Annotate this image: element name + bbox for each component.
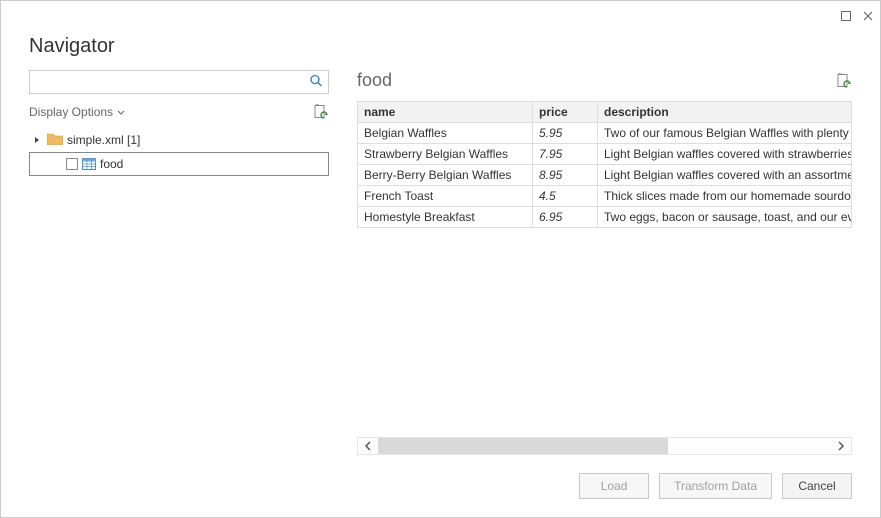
tree-item-checkbox[interactable] (66, 158, 78, 170)
table-row[interactable]: Belgian Waffles 5.95 Two of our famous B… (358, 123, 852, 144)
navigator-tree: simple.xml [1] food (29, 128, 329, 176)
cell-description: Two eggs, bacon or sausage, toast, and o… (598, 207, 852, 228)
table-row[interactable]: Strawberry Belgian Waffles 7.95 Light Be… (358, 144, 852, 165)
scroll-right-icon[interactable] (831, 438, 851, 454)
cell-price: 4.5 (533, 186, 598, 207)
tree-item-label: food (100, 157, 123, 171)
cell-description: Thick slices made from our homemade sour… (598, 186, 852, 207)
cell-description: Light Belgian waffles covered with an as… (598, 165, 852, 186)
tree-item-food[interactable]: food (29, 152, 329, 176)
cell-name: Berry-Berry Belgian Waffles (358, 165, 533, 186)
table-row[interactable]: Homestyle Breakfast 6.95 Two eggs, bacon… (358, 207, 852, 228)
display-options-label: Display Options (29, 105, 113, 119)
tree-root-label: simple.xml [1] (67, 133, 140, 147)
scroll-left-icon[interactable] (358, 438, 378, 454)
cell-price: 8.95 (533, 165, 598, 186)
cancel-button[interactable]: Cancel (782, 473, 852, 499)
preview-refresh-icon[interactable] (836, 73, 852, 89)
table-header-row: name price description (358, 102, 852, 123)
column-header-price[interactable]: price (533, 102, 598, 123)
table-icon (82, 158, 96, 170)
folder-icon (47, 133, 63, 148)
collapse-icon[interactable] (33, 136, 43, 144)
preview-title: food (357, 70, 392, 91)
scrollbar-thumb[interactable] (378, 438, 668, 454)
cell-name: Belgian Waffles (358, 123, 533, 144)
cell-price: 7.95 (533, 144, 598, 165)
cell-name: Strawberry Belgian Waffles (358, 144, 533, 165)
preview-table: name price description Belgian Waffles 5… (357, 101, 852, 228)
table-row[interactable]: French Toast 4.5 Thick slices made from … (358, 186, 852, 207)
refresh-icon[interactable] (313, 104, 329, 120)
page-title: Navigator (1, 31, 880, 70)
cell-price: 5.95 (533, 123, 598, 144)
horizontal-scrollbar[interactable] (357, 437, 852, 455)
search-icon[interactable] (309, 74, 323, 91)
search-input[interactable] (29, 70, 329, 94)
column-header-name[interactable]: name (358, 102, 533, 123)
cell-price: 6.95 (533, 207, 598, 228)
cell-description: Light Belgian waffles covered with straw… (598, 144, 852, 165)
column-header-description[interactable]: description (598, 102, 852, 123)
preview-pane: food name pr (357, 70, 852, 455)
chevron-down-icon (117, 105, 125, 119)
cell-name: French Toast (358, 186, 533, 207)
load-button[interactable]: Load (579, 473, 649, 499)
table-row[interactable]: Berry-Berry Belgian Waffles 8.95 Light B… (358, 165, 852, 186)
footer-buttons: Load Transform Data Cancel (1, 455, 880, 517)
navigator-tree-pane: Display Options (29, 70, 329, 455)
transform-data-button[interactable]: Transform Data (659, 473, 772, 499)
titlebar (1, 1, 880, 31)
maximize-icon[interactable] (840, 10, 852, 22)
close-icon[interactable] (862, 10, 874, 22)
display-options-dropdown[interactable]: Display Options (29, 105, 125, 119)
cell-description: Two of our famous Belgian Waffles with p… (598, 123, 852, 144)
scrollbar-track[interactable] (378, 438, 831, 454)
tree-root-item[interactable]: simple.xml [1] (29, 128, 329, 152)
cell-name: Homestyle Breakfast (358, 207, 533, 228)
